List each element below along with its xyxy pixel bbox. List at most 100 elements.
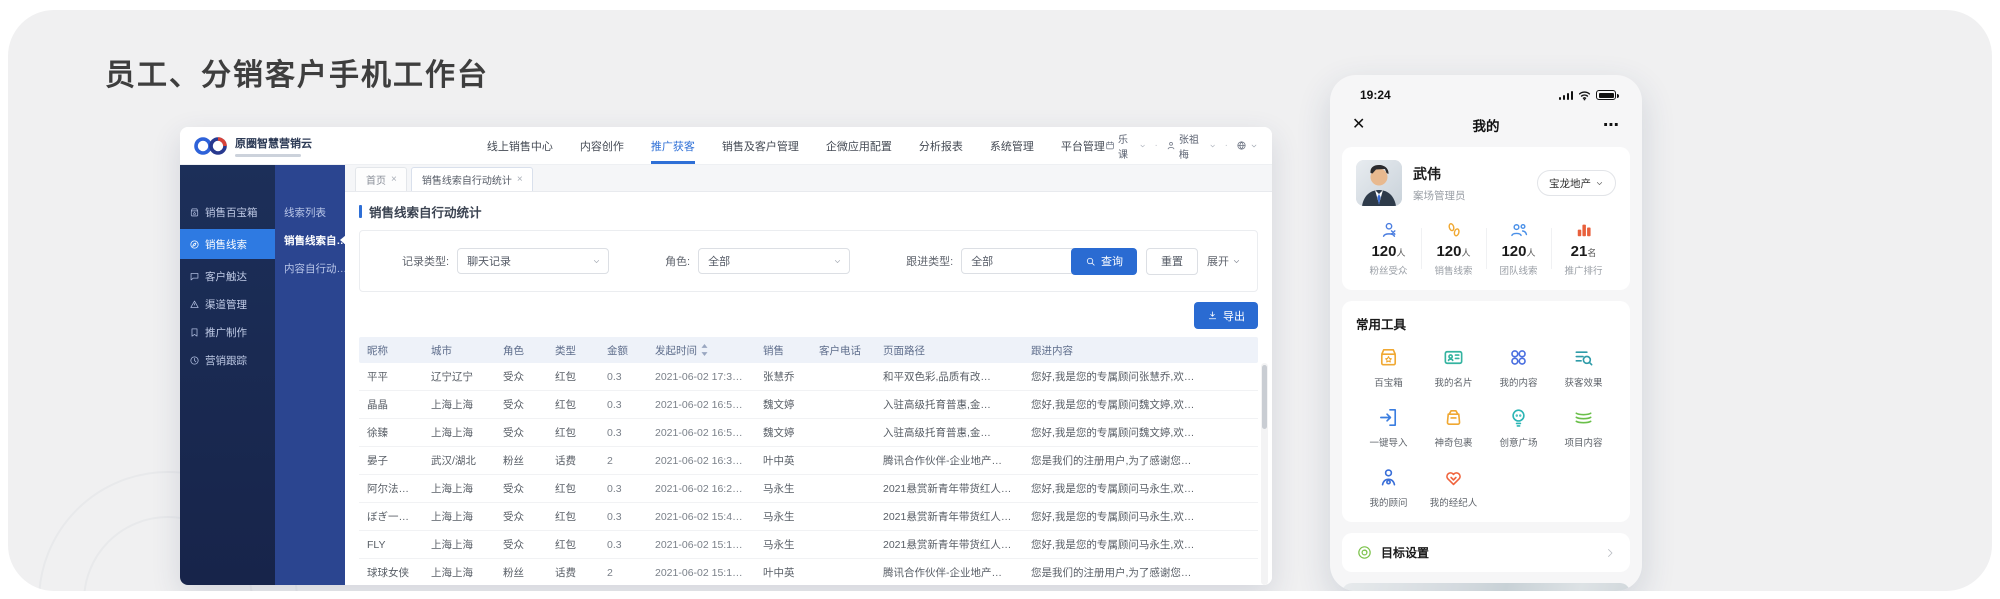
nav-item[interactable]: 线上销售中心 <box>487 127 553 164</box>
tool-label: 我的内容 <box>1499 375 1537 389</box>
section-title: 销售线索自行动统计 <box>359 202 1258 221</box>
table-row[interactable]: 平平辽宁辽宁受众红包0.32021-06-02 17:30:00张慧乔和平双色彩… <box>359 363 1258 391</box>
stat-item[interactable]: 120人 团队线索 <box>1486 220 1551 277</box>
tools-title: 常用工具 <box>1356 314 1616 333</box>
submenu-item[interactable]: 线索列表 <box>275 198 345 226</box>
chevron-down-icon <box>1595 179 1604 188</box>
column-header[interactable]: 页面路径 <box>875 343 1023 358</box>
user-area-item[interactable] <box>1236 140 1258 151</box>
column-header[interactable]: 角色 <box>495 343 547 358</box>
tool-item[interactable]: 神奇包裹 <box>1421 406 1486 449</box>
nav-item[interactable]: 销售及客户管理 <box>722 127 799 164</box>
nav-item[interactable]: 分析报表 <box>919 127 963 164</box>
active-notch <box>340 235 345 245</box>
table-row[interactable]: 徐臻上海上海受众红包0.32021-06-02 16:55:00魏文婷入驻高级托… <box>359 419 1258 447</box>
stage: 员工、分销客户手机工作台 原圈智慧营销云 线上销售中心内容创作推广获客销售及客户… <box>0 0 2000 599</box>
content-tab[interactable]: 首页 × <box>355 167 407 191</box>
nav-item[interactable]: 系统管理 <box>990 127 1034 164</box>
sidebar-item[interactable]: 客户触达 <box>180 262 275 290</box>
sort-icon[interactable] <box>700 344 709 356</box>
close-icon[interactable]: × <box>517 175 523 185</box>
page-title: 员工、分销客户手机工作台 <box>105 50 489 94</box>
goal-setting-item[interactable]: 目标设置 <box>1342 533 1630 572</box>
table-body: 平平辽宁辽宁受众红包0.32021-06-02 17:30:00张慧乔和平双色彩… <box>359 363 1258 585</box>
stat-label: 粉丝受众 <box>1369 263 1407 277</box>
column-header[interactable]: 客户电话 <box>811 343 875 358</box>
reach-icon <box>189 271 200 282</box>
chevron-right-icon <box>1604 547 1616 559</box>
nav-item[interactable]: 推广获客 <box>651 127 695 164</box>
nav-item[interactable]: 平台管理 <box>1061 127 1105 164</box>
table-row[interactable]: ぼぎ一帆风上海上海受众红包0.32021-06-02 15:40:00马永生20… <box>359 503 1258 531</box>
user-icon <box>1166 140 1176 151</box>
user-area-item[interactable]: 张祖梅 <box>1166 131 1217 161</box>
sidebar-item-label: 客户触达 <box>205 269 247 284</box>
submenu-item[interactable]: 销售线索自… <box>275 226 345 254</box>
close-icon[interactable]: × <box>391 175 397 185</box>
tool-item[interactable]: 创意广场 <box>1486 406 1551 449</box>
stat-item[interactable]: 120人 粉丝受众 <box>1356 220 1421 277</box>
submenu-item[interactable]: 内容自行动… <box>275 254 345 282</box>
nav-item[interactable]: 企微应用配置 <box>826 127 892 164</box>
table-cell: 受众 <box>495 369 547 384</box>
sidebar-item-label: 销售线索 <box>205 237 247 252</box>
tool-item[interactable]: 获客效果 <box>1551 346 1616 389</box>
stat-value: 21名 <box>1571 243 1597 260</box>
scrollbar-thumb[interactable] <box>1262 365 1267 429</box>
table-row[interactable]: 球球女侠上海上海粉丝话费22021-06-02 15:10:00叶中英腾讯合作伙… <box>359 559 1258 585</box>
nav-item[interactable]: 内容创作 <box>580 127 624 164</box>
filter-select[interactable]: 全部 <box>698 248 850 274</box>
scrollbar[interactable] <box>1261 363 1268 585</box>
table-cell: 阿尔法女神 <box>359 481 423 496</box>
sidebar-item[interactable]: 渠道管理 <box>180 290 275 318</box>
org-selector[interactable]: 宝龙地产 <box>1537 170 1616 196</box>
export-button-label: 导出 <box>1223 308 1245 324</box>
expand-link-label: 展开 <box>1207 253 1229 269</box>
sidebar-item[interactable]: 销售百宝箱 <box>180 198 275 226</box>
column-header[interactable]: 销售 <box>755 343 811 358</box>
column-header[interactable]: 金额 <box>599 343 647 358</box>
stat-item[interactable]: 21名 推广排行 <box>1551 220 1616 277</box>
table-cell: 张慧乔 <box>755 369 811 384</box>
table-cell: 叶中英 <box>755 565 811 580</box>
tool-item[interactable]: 项目内容 <box>1551 406 1616 449</box>
tool-item[interactable]: 百宝箱 <box>1356 346 1421 389</box>
more-icon[interactable]: ⋯ <box>1603 115 1620 135</box>
sidebar-item[interactable]: 销售线索 <box>180 229 275 259</box>
tool-item[interactable]: 我的经纪人 <box>1421 466 1486 509</box>
table-row[interactable]: FLY上海上海受众红包0.32021-06-02 15:15:00马永生2021… <box>359 531 1258 559</box>
expand-link[interactable]: 展开 <box>1207 253 1241 269</box>
column-header[interactable]: 类型 <box>547 343 599 358</box>
user-area-item[interactable]: 乐课 <box>1105 131 1147 161</box>
tool-item[interactable]: 我的名片 <box>1421 346 1486 389</box>
tool-item[interactable]: 一键导入 <box>1356 406 1421 449</box>
table-cell: 魏文婷 <box>755 425 811 440</box>
column-header[interactable]: 跟进内容 <box>1023 343 1258 358</box>
query-button-label: 查询 <box>1101 253 1123 269</box>
stat-item[interactable]: 120人 销售线索 <box>1421 220 1486 277</box>
tool-item[interactable]: 我的顾问 <box>1356 466 1421 509</box>
table-cell: 2021-06-02 15:40:00 <box>647 511 755 523</box>
table-cell: 您是我们的注册用户,为了感谢您… <box>1023 453 1258 468</box>
export-button[interactable]: 导出 <box>1194 302 1258 329</box>
sidebar-item[interactable]: 营销跟踪 <box>180 346 275 374</box>
table-row[interactable]: 晶晶上海上海受众红包0.32021-06-02 16:55:00魏文婷入驻高级托… <box>359 391 1258 419</box>
query-button[interactable]: 查询 <box>1071 248 1137 275</box>
reset-button[interactable]: 重置 <box>1146 248 1198 275</box>
filter-select[interactable]: 聊天记录 <box>457 248 609 274</box>
content-tab[interactable]: 销售线索自行动统计 × <box>411 167 533 191</box>
column-header[interactable]: 昵称 <box>359 343 423 358</box>
sidebar-item[interactable]: 推广制作 <box>180 318 275 346</box>
user-area-label: 乐课 <box>1118 131 1136 161</box>
tools-card: 常用工具 百宝箱 我的名片 我的内容 获客效果 一键导入 神奇包裹 创意广场 项… <box>1342 301 1630 522</box>
brand[interactable]: 原圈智慧营销云 <box>194 135 337 157</box>
table-row[interactable]: 阿尔法女神上海上海受众红包0.32021-06-02 16:20:00马永生20… <box>359 475 1258 503</box>
tool-item[interactable]: 我的内容 <box>1486 346 1551 389</box>
table-cell: 魏文婷 <box>755 397 811 412</box>
table-cell: 上海上海 <box>423 397 495 412</box>
table-row[interactable]: 晏子武汉/湖北粉丝话费22021-06-02 16:35:00叶中英腾讯合作伙伴… <box>359 447 1258 475</box>
column-header[interactable]: 发起时间 <box>647 343 755 358</box>
column-header[interactable]: 城市 <box>423 343 495 358</box>
filter-value: 聊天记录 <box>467 253 511 269</box>
bulb-icon <box>1507 406 1530 429</box>
